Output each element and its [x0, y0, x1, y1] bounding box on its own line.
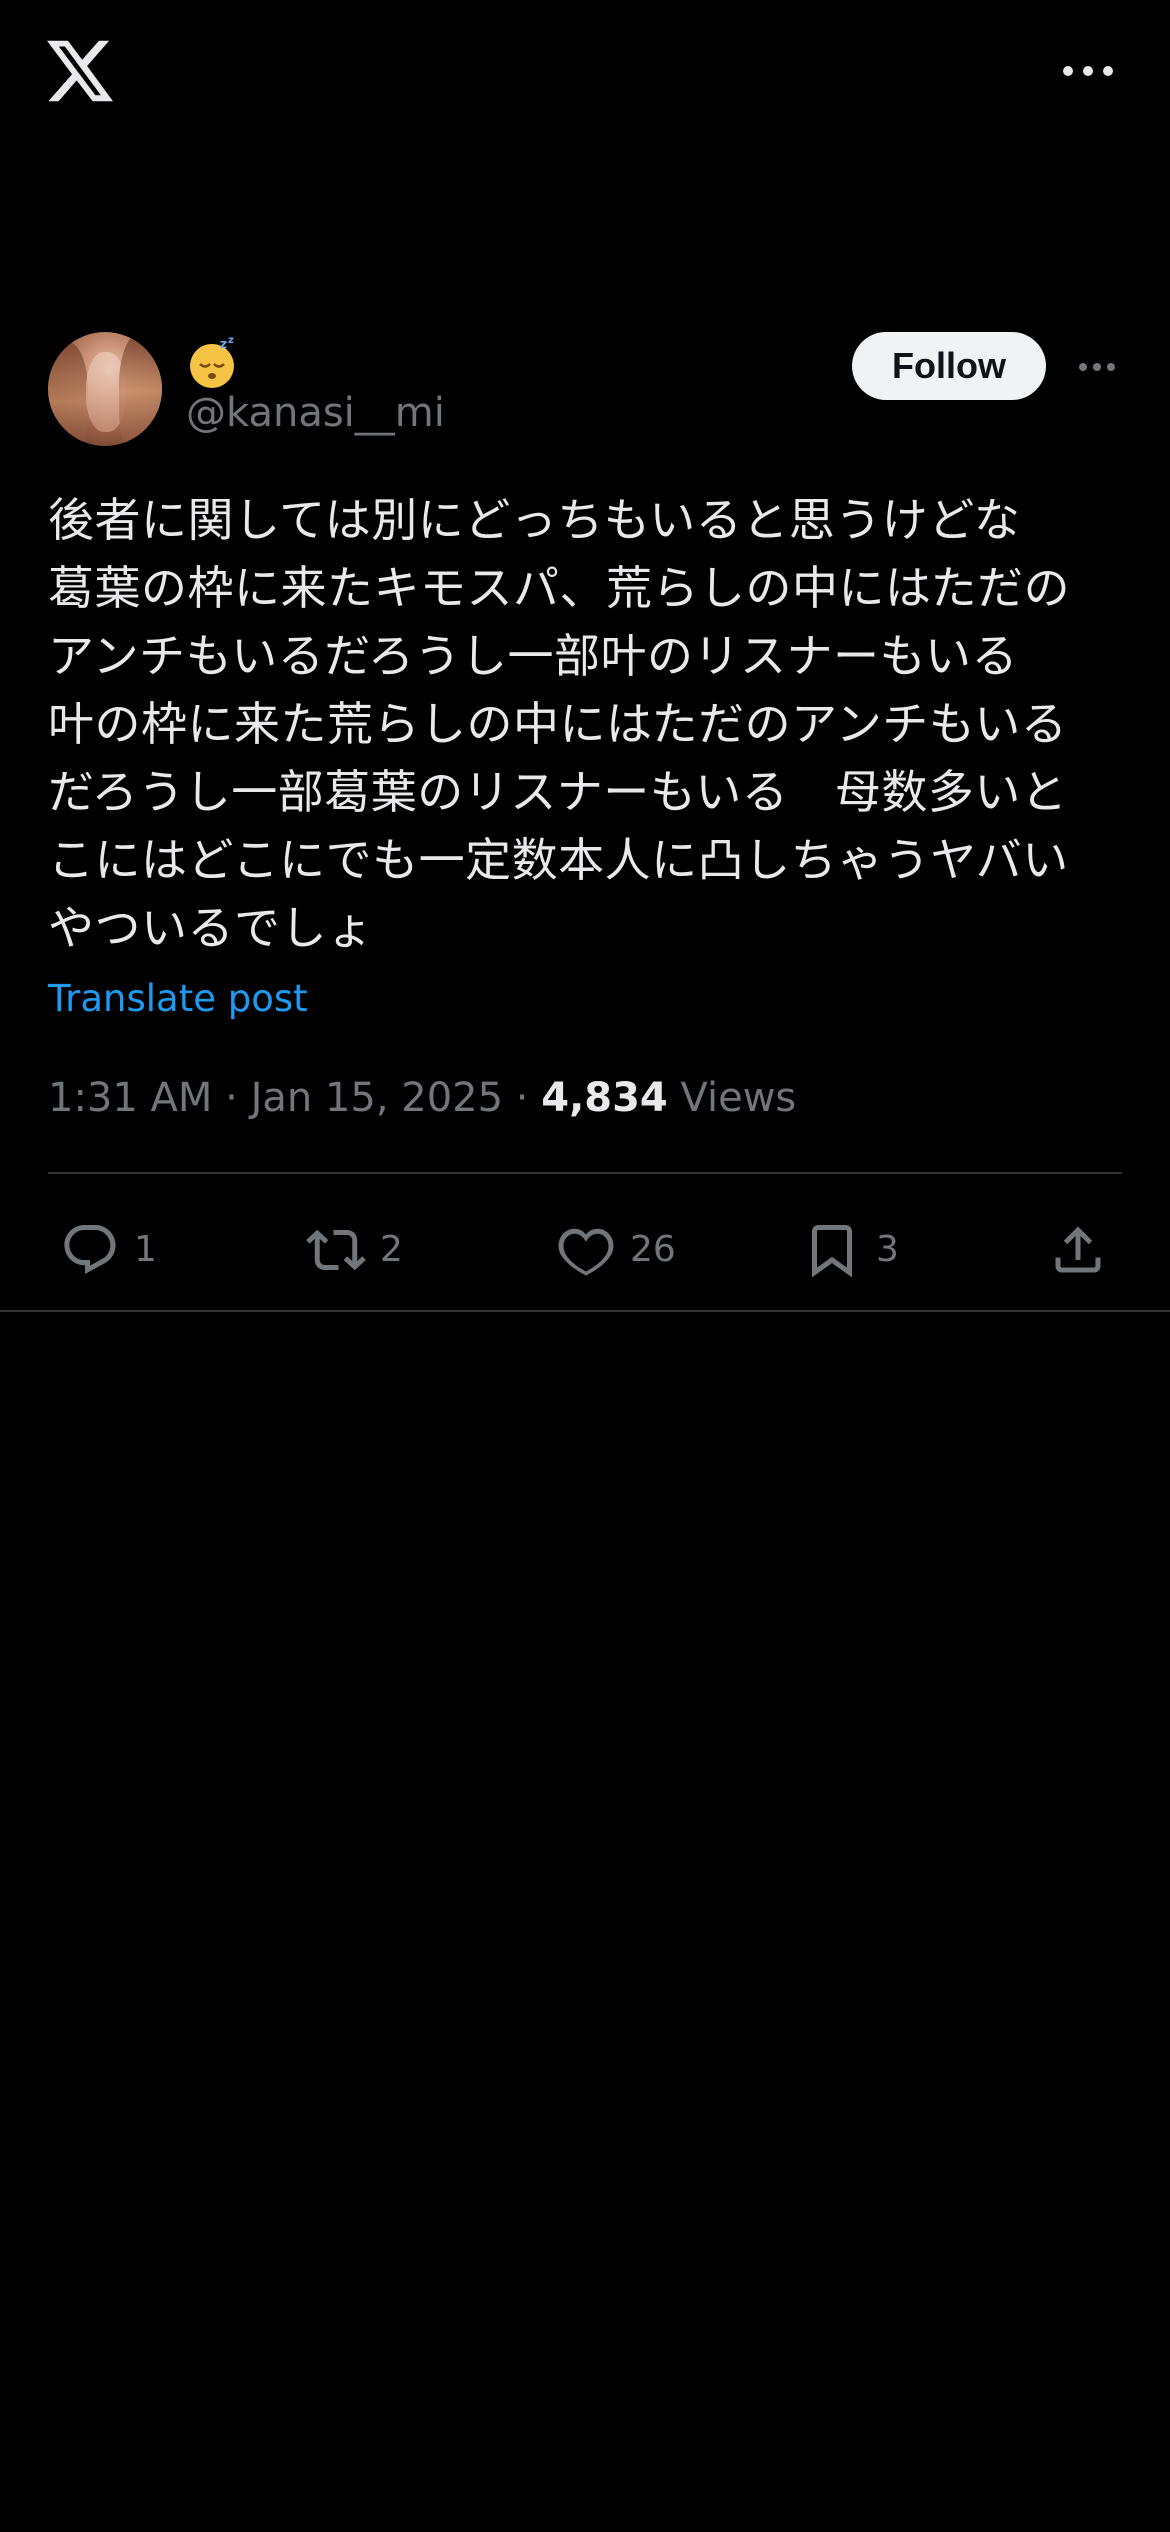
avatar[interactable]	[48, 332, 162, 446]
top-bar	[0, 0, 1170, 150]
x-logo-icon[interactable]	[47, 40, 113, 102]
meta-separator: ·	[515, 1075, 529, 1121]
views-label: Views	[680, 1075, 797, 1121]
bookmark-count: 3	[876, 1229, 899, 1270]
views-count: 4,834	[541, 1075, 668, 1121]
reply-button[interactable]: 1	[60, 1210, 157, 1290]
bookmark-icon	[812, 1225, 852, 1278]
author-handle[interactable]: @kanasi__mi	[186, 388, 445, 438]
svg-text:z: z	[228, 335, 234, 346]
post-text: 後者に関しては別にどっちもいると思うけどな 葛葉の枠に来たキモスパ、荒らしの中に…	[48, 493, 1071, 955]
more-horizontal-icon[interactable]	[1058, 56, 1118, 86]
like-button[interactable]: 26	[556, 1210, 676, 1290]
translate-post-link[interactable]: Translate post	[48, 974, 308, 1024]
sleeping-face-icon: z z	[190, 335, 234, 388]
meta-separator: ·	[225, 1075, 238, 1121]
reply-icon	[64, 1225, 116, 1275]
post-more-icon[interactable]	[1076, 352, 1118, 382]
post-meta: 1:31 AM · Jan 15, 2025 · 4,834 Views	[48, 1070, 796, 1126]
repost-count: 2	[380, 1229, 403, 1270]
reply-count: 1	[134, 1229, 157, 1270]
post-date[interactable]: Jan 15, 2025	[251, 1075, 504, 1121]
heart-icon	[558, 1228, 614, 1276]
bookmark-button[interactable]: 3	[802, 1210, 899, 1290]
svg-text:z: z	[220, 337, 227, 351]
repost-icon	[306, 1229, 366, 1271]
share-button[interactable]	[1048, 1210, 1108, 1290]
like-count: 26	[630, 1229, 676, 1270]
action-bar: 1 2 26 3	[0, 1210, 1170, 1310]
post-time[interactable]: 1:31 AM	[48, 1075, 212, 1121]
divider	[48, 1172, 1122, 1174]
follow-button[interactable]: Follow	[852, 332, 1046, 400]
post-bottom-divider	[0, 1310, 1170, 1312]
share-icon	[1055, 1226, 1101, 1273]
repost-button[interactable]: 2	[306, 1210, 403, 1290]
